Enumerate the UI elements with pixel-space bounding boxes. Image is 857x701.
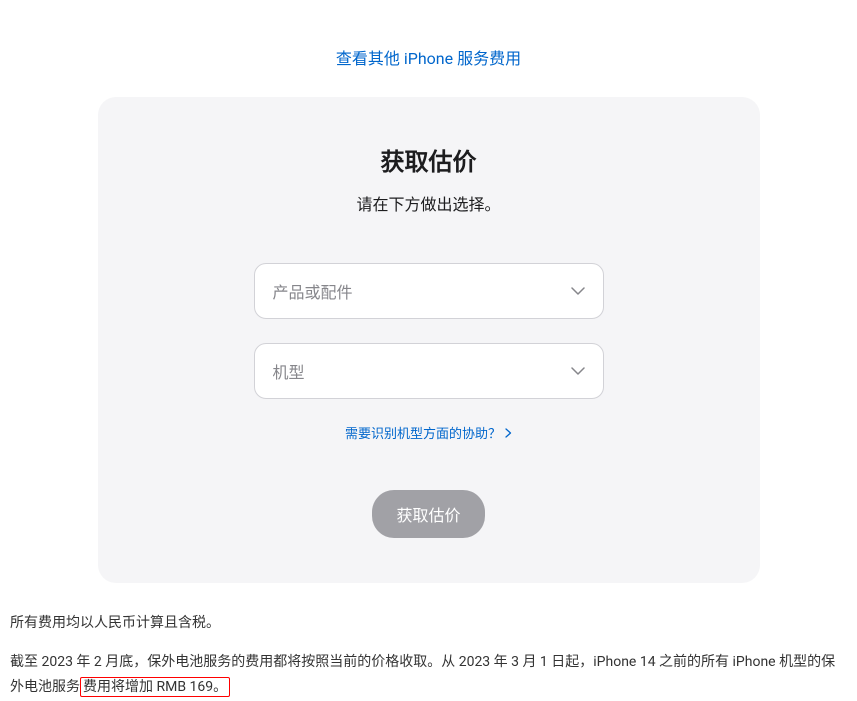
product-select-wrapper: 产品或配件 [254, 263, 604, 319]
help-link-text: 需要识别机型方面的协助？ [345, 423, 501, 442]
page-container: 查看其他 iPhone 服务费用 获取估价 请在下方做出选择。 产品或配件 机型… [0, 0, 857, 701]
chevron-down-icon [571, 287, 585, 295]
other-services-link[interactable]: 查看其他 iPhone 服务费用 [336, 49, 521, 68]
get-estimate-button[interactable]: 获取估价 [372, 490, 484, 538]
top-link-wrapper: 查看其他 iPhone 服务费用 [0, 0, 857, 97]
footer-line1: 所有费用均以人民币计算且含税。 [10, 611, 847, 636]
model-select-wrapper: 机型 [254, 343, 604, 399]
card-subtitle: 请在下方做出选择。 [138, 191, 720, 215]
chevron-right-icon [505, 428, 512, 438]
model-select-placeholder: 机型 [273, 359, 305, 383]
model-select[interactable]: 机型 [254, 343, 604, 399]
estimate-card: 获取估价 请在下方做出选择。 产品或配件 机型 需要识别机型方面的协助？ [98, 97, 760, 583]
price-increase-highlight: 费用将增加 RMB 169。 [80, 677, 230, 697]
card-title: 获取估价 [138, 142, 720, 177]
product-select-placeholder: 产品或配件 [273, 279, 353, 303]
model-help-link[interactable]: 需要识别机型方面的协助？ [345, 423, 512, 442]
footer-text: 所有费用均以人民币计算且含税。 截至 2023 年 2 月底，保外电池服务的费用… [0, 583, 857, 701]
chevron-down-icon [571, 367, 585, 375]
product-select[interactable]: 产品或配件 [254, 263, 604, 319]
footer-line2: 截至 2023 年 2 月底，保外电池服务的费用都将按照当前的价格收取。从 20… [10, 650, 847, 700]
